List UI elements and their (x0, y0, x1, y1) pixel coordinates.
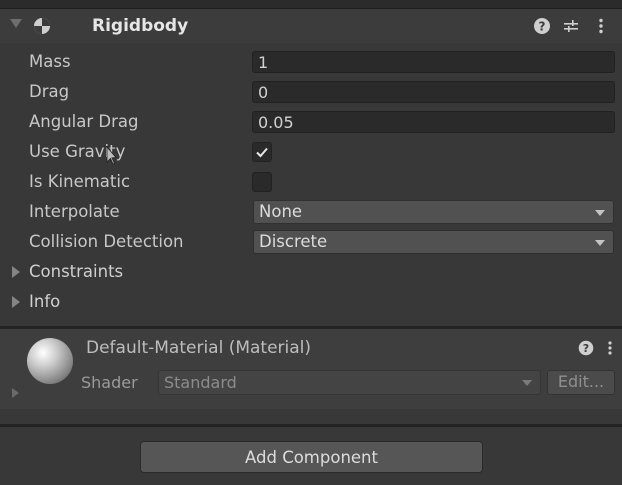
collapse-arrow-icon[interactable] (10, 19, 22, 28)
shader-value: Standard (164, 373, 237, 392)
shader-label: Shader (81, 373, 138, 392)
collision-detection-value: Discrete (259, 232, 328, 251)
edit-shader-button[interactable]: Edit... (547, 370, 615, 395)
add-component-button[interactable]: Add Component (140, 441, 483, 473)
material-title: Default-Material (Material) (86, 338, 312, 358)
info-foldout[interactable]: Info (0, 287, 622, 317)
drag-row: Drag (0, 77, 622, 107)
interpolate-label: Interpolate (29, 202, 120, 221)
dropdown-caret-icon (595, 240, 605, 246)
mass-field[interactable] (252, 51, 615, 73)
angular-drag-field[interactable] (252, 111, 615, 133)
material-foldout-arrow-icon[interactable] (12, 388, 19, 398)
svg-text:?: ? (583, 342, 589, 355)
presets-icon[interactable] (562, 17, 580, 35)
material-preview-sphere (27, 338, 73, 384)
collision-detection-row: Collision Detection Discrete (0, 227, 622, 257)
dropdown-caret-icon (522, 380, 532, 386)
angular-drag-row: Angular Drag (0, 107, 622, 137)
is-kinematic-checkbox[interactable] (252, 172, 272, 192)
angular-drag-label: Angular Drag (29, 112, 139, 131)
constraints-foldout[interactable]: Constraints (0, 257, 622, 287)
foldout-arrow-icon[interactable] (12, 266, 20, 278)
interpolate-row: Interpolate None (0, 197, 622, 227)
rigidbody-icon (34, 18, 50, 34)
component-title: Rigidbody (92, 16, 189, 36)
drag-field[interactable] (252, 81, 615, 103)
mass-row: Mass (0, 47, 622, 77)
drag-label: Drag (29, 82, 70, 101)
more-options-icon[interactable] (592, 17, 610, 35)
use-gravity-row: Use Gravity (0, 137, 622, 167)
mass-label: Mass (29, 52, 71, 71)
collision-detection-label: Collision Detection (29, 232, 184, 251)
interpolate-dropdown[interactable]: None (253, 200, 614, 224)
material-section: Default-Material (Material) ? Shader Sta… (0, 329, 622, 409)
divider (0, 424, 622, 427)
previous-component-edge (0, 0, 622, 8)
checkmark-icon (256, 147, 268, 158)
svg-text:?: ? (539, 20, 546, 34)
help-icon[interactable]: ? (578, 340, 594, 356)
dropdown-caret-icon (595, 210, 605, 216)
more-options-icon[interactable] (602, 340, 618, 356)
rigidbody-header[interactable]: Rigidbody ? (0, 9, 622, 43)
text-cursor-icon (106, 146, 116, 165)
info-label[interactable]: Info (29, 292, 60, 311)
foldout-arrow-icon[interactable] (12, 296, 20, 308)
is-kinematic-row: Is Kinematic (0, 167, 622, 197)
interpolate-value: None (259, 202, 303, 221)
use-gravity-checkbox[interactable] (252, 142, 272, 162)
collision-detection-dropdown[interactable]: Discrete (253, 230, 614, 254)
help-icon[interactable]: ? (533, 17, 551, 35)
is-kinematic-label: Is Kinematic (29, 172, 131, 191)
constraints-label[interactable]: Constraints (29, 262, 123, 281)
shader-dropdown[interactable]: Standard (158, 370, 541, 395)
